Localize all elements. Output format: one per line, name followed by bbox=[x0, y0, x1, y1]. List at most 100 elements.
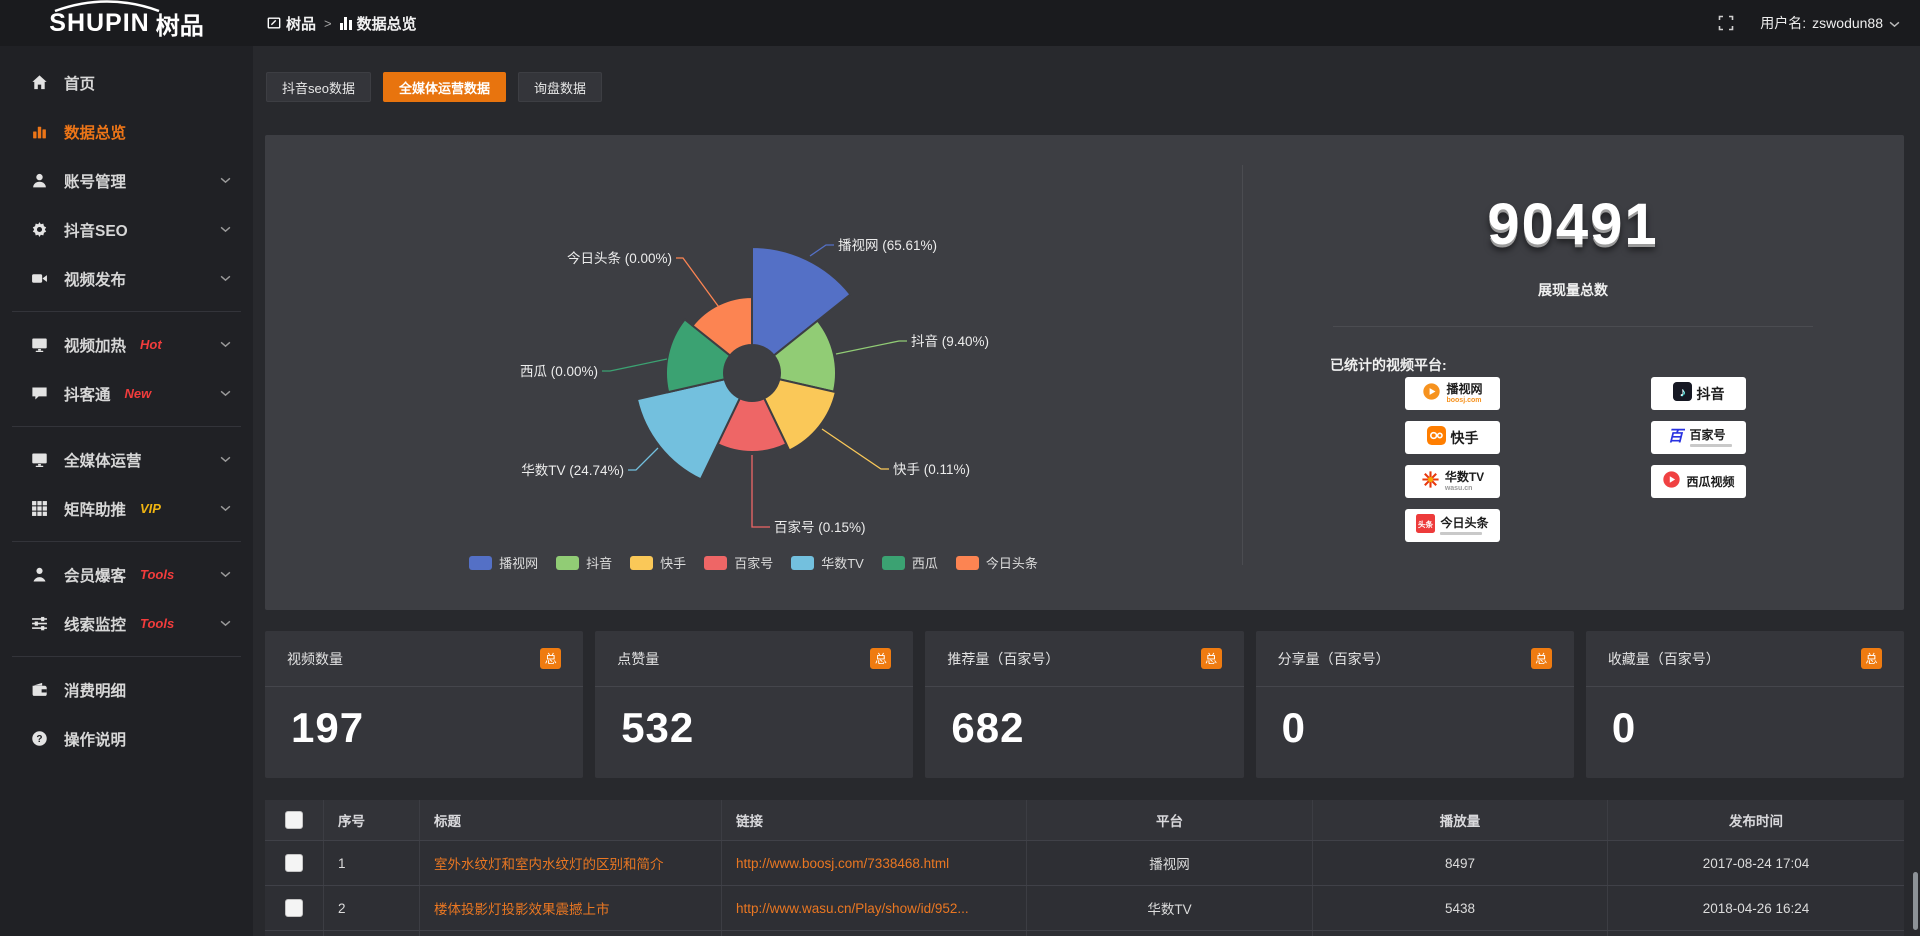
scrollbar-thumb[interactable] bbox=[1913, 872, 1918, 930]
platform-badge-西瓜视频[interactable]: 西瓜视频 bbox=[1651, 465, 1746, 498]
stat-card-视频数量: 视频数量总197 bbox=[265, 631, 583, 778]
platform-badge-抖音[interactable]: ♪♪抖音 bbox=[1651, 377, 1746, 410]
tab-全媒体运营数据[interactable]: 全媒体运营数据 bbox=[383, 72, 506, 102]
stat-card-title: 分享量（百家号） bbox=[1278, 649, 1390, 669]
sidebar-item-label: 会员爆客 bbox=[64, 564, 126, 586]
logo-text-en: SHUPIN bbox=[49, 9, 149, 38]
stat-card-value: 682 bbox=[925, 687, 1243, 752]
stat-card-value: 0 bbox=[1256, 687, 1574, 752]
pie-label-快手: 快手 (0.11%) bbox=[893, 462, 970, 477]
sidebar-item-label: 数据总览 bbox=[64, 121, 126, 143]
breadcrumb-root[interactable]: 树品 bbox=[267, 13, 316, 34]
app-logo[interactable]: SHUPIN 树品 bbox=[0, 0, 253, 46]
platform-badge-华数TV[interactable]: 华数TVwasu.cn bbox=[1405, 465, 1500, 498]
video-title[interactable]: 楼体投影灯投影效果震撼上市 bbox=[434, 898, 610, 918]
pie-label-line-百家号 bbox=[752, 455, 770, 527]
total-badge[interactable]: 总 bbox=[1201, 648, 1222, 669]
stat-card-value: 197 bbox=[265, 687, 583, 752]
sidebar-item-全媒体运营[interactable]: 全媒体运营 bbox=[0, 435, 253, 484]
sidebar-item-视频加热[interactable]: 视频加热Hot bbox=[0, 320, 253, 369]
video-link-cell: http://www.boosj.com/7338468.html bbox=[721, 841, 1026, 885]
sidebar-item-账号管理[interactable]: 账号管理 bbox=[0, 156, 253, 205]
legend-item-百家号[interactable]: 百家号 bbox=[704, 553, 773, 572]
pie-slice-华数TV[interactable] bbox=[637, 379, 740, 479]
legend-item-抖音[interactable]: 抖音 bbox=[556, 553, 612, 572]
video-title[interactable]: 室外水纹灯和室内水纹灯的区别和简介 bbox=[434, 853, 664, 873]
platform-badge-今日头条[interactable]: 头条今日头条 bbox=[1405, 509, 1500, 542]
checkbox-cell bbox=[265, 886, 323, 930]
breadcrumb-current[interactable]: 数据总览 bbox=[340, 13, 417, 34]
pie-label-今日头条: 今日头条 (0.00%) bbox=[567, 250, 672, 266]
video-link[interactable]: http://www.boosj.com/7338468.html bbox=[736, 856, 949, 871]
video-link[interactable]: http://www.wasu.cn/Play/show/id/952... bbox=[736, 901, 969, 916]
empty-cell bbox=[1026, 931, 1312, 936]
platform-badge-快手[interactable]: 快手 bbox=[1405, 421, 1500, 454]
sidebar-item-消费明细[interactable]: 消费明细 bbox=[0, 665, 253, 714]
video-plays: 8497 bbox=[1445, 856, 1475, 871]
publish-time: 2018-04-26 16:24 bbox=[1703, 901, 1810, 916]
sidebar-item-操作说明[interactable]: ?操作说明 bbox=[0, 714, 253, 763]
chevron-down-icon bbox=[220, 275, 231, 282]
table-row: 2楼体投影灯投影效果震撼上市http://www.wasu.cn/Play/sh… bbox=[265, 885, 1904, 930]
legend-swatch bbox=[556, 556, 579, 570]
legend-item-今日头条[interactable]: 今日头条 bbox=[956, 553, 1038, 572]
breadcrumb-separator: > bbox=[324, 16, 332, 31]
row-checkbox[interactable] bbox=[285, 811, 303, 829]
row-checkbox[interactable] bbox=[285, 854, 303, 872]
legend-item-快手[interactable]: 快手 bbox=[630, 553, 686, 572]
sidebar-item-首页[interactable]: 首页 bbox=[0, 58, 253, 107]
toutiao-logo-icon: 头条 bbox=[1416, 514, 1435, 538]
sidebar: 首页数据总览账号管理抖音SEO视频发布视频加热Hot抖客通New全媒体运营矩阵助… bbox=[0, 46, 253, 936]
total-badge[interactable]: 总 bbox=[540, 648, 561, 669]
sidebar-item-线索监控[interactable]: 线索监控 Tools bbox=[0, 599, 253, 648]
legend-item-西瓜[interactable]: 西瓜 bbox=[882, 553, 938, 572]
row-checkbox[interactable] bbox=[285, 899, 303, 917]
stat-card-value: 532 bbox=[595, 687, 913, 752]
column-header-label: 平台 bbox=[1156, 810, 1183, 830]
tab-询盘数据[interactable]: 询盘数据 bbox=[518, 72, 602, 102]
total-badge[interactable]: 总 bbox=[870, 648, 891, 669]
sidebar-item-抖音SEO[interactable]: 抖音SEO bbox=[0, 205, 253, 254]
monitor-icon bbox=[30, 336, 49, 353]
table-header-row: 序号标题链接平台播放量发布时间 bbox=[265, 800, 1904, 840]
videos-table: 序号标题链接平台播放量发布时间1室外水纹灯和室内水纹灯的区别和简介http://… bbox=[265, 800, 1904, 936]
sidebar-item-数据总览[interactable]: 数据总览 bbox=[0, 107, 253, 156]
video-title-cell: 室外水纹灯和室内水纹灯的区别和简介 bbox=[419, 841, 721, 885]
chart-icon bbox=[30, 123, 49, 140]
legend-label: 百家号 bbox=[734, 553, 773, 572]
user-icon bbox=[30, 172, 49, 189]
horizontal-divider bbox=[1333, 326, 1813, 327]
stat-card-title: 收藏量（百家号） bbox=[1608, 649, 1720, 669]
total-badge[interactable]: 总 bbox=[1861, 648, 1882, 669]
empty-cell bbox=[419, 931, 721, 936]
sidebar-item-抖客通[interactable]: 抖客通New bbox=[0, 369, 253, 418]
top-bar: SHUPIN 树品 树品 > 数据总览 用户名: zswodun88 bbox=[0, 0, 1920, 46]
sidebar-item-label: 线索监控 bbox=[64, 613, 126, 635]
video-platform: 华数TV bbox=[1147, 898, 1191, 918]
sidebar-item-矩阵助推[interactable]: 矩阵助推VIP bbox=[0, 484, 253, 533]
fullscreen-icon[interactable] bbox=[1718, 15, 1734, 31]
person-icon bbox=[30, 566, 49, 583]
douyin-logo-icon: ♪♪ bbox=[1673, 382, 1692, 406]
user-menu[interactable]: 用户名: zswodun88 bbox=[1760, 13, 1900, 33]
video-plays: 5438 bbox=[1445, 901, 1475, 916]
legend-item-播视网[interactable]: 播视网 bbox=[469, 553, 538, 572]
sidebar-item-label: 矩阵助推 bbox=[64, 498, 126, 520]
platform-badge-播视网[interactable]: 播视网boosj.com bbox=[1405, 377, 1500, 410]
select-all-cell bbox=[265, 800, 323, 840]
sidebar-item-会员爆客[interactable]: 会员爆客Tools bbox=[0, 550, 253, 599]
tab-抖音seo数据[interactable]: 抖音seo数据 bbox=[266, 72, 371, 102]
baijiahao-logo-icon: 百 bbox=[1666, 426, 1685, 450]
stat-cards: 视频数量总197点赞量总532推荐量（百家号）总682分享量（百家号）总0收藏量… bbox=[265, 631, 1904, 778]
sidebar-item-label: 抖客通 bbox=[64, 383, 111, 405]
platform-badge-百家号[interactable]: 百百家号 bbox=[1651, 421, 1746, 454]
total-badge[interactable]: 总 bbox=[1531, 648, 1552, 669]
sidebar-item-label: 账号管理 bbox=[64, 170, 126, 192]
xigua-logo-icon bbox=[1662, 470, 1681, 494]
legend-item-华数TV[interactable]: 华数TV bbox=[791, 553, 864, 572]
sidebar-badge-Tools: Tools bbox=[140, 616, 174, 631]
sidebar-item-视频发布[interactable]: 视频发布 bbox=[0, 254, 253, 303]
username-value: zswodun88 bbox=[1812, 15, 1883, 31]
publish-time-cell: 2017-08-24 17:04 bbox=[1607, 841, 1904, 885]
legend-swatch bbox=[956, 556, 979, 570]
